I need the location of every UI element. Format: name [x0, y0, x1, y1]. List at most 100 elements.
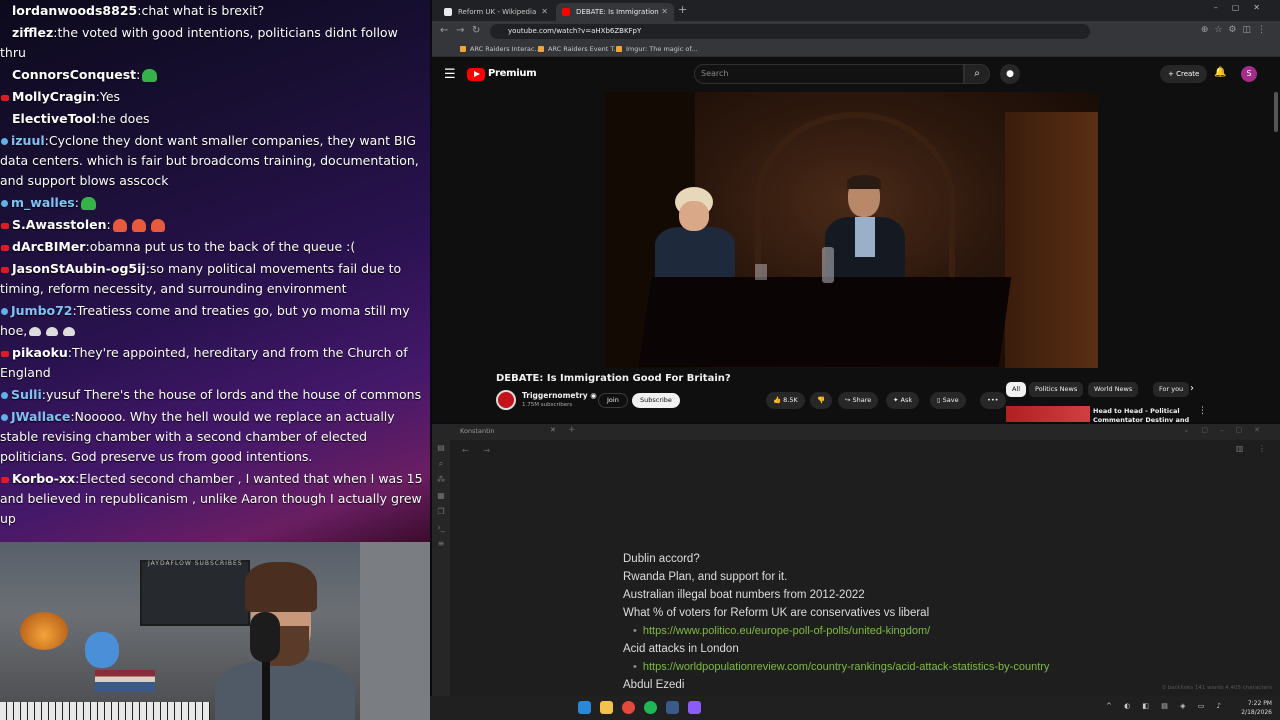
wikipedia-icon: [444, 8, 452, 16]
share-button[interactable]: ↪ Share: [838, 392, 879, 409]
file-explorer-icon[interactable]: [600, 701, 613, 714]
close-icon[interactable]: ✕: [550, 426, 556, 434]
notifications-bell-icon[interactable]: 🔔: [1214, 67, 1226, 78]
chip-all[interactable]: All: [1006, 382, 1027, 397]
chat-text: yusuf There's the house of lords and the…: [45, 387, 422, 402]
chrome-icon[interactable]: [622, 701, 635, 714]
files-icon[interactable]: ▤: [432, 440, 450, 456]
forward-icon[interactable]: →: [456, 25, 464, 36]
reload-icon[interactable]: ↻: [472, 25, 480, 36]
like-button[interactable]: 👍 8.5K: [766, 392, 805, 409]
search-button[interactable]: ⌕: [964, 64, 990, 84]
sparkle-icon: ✦: [893, 396, 899, 404]
frog-emote-icon: [142, 69, 158, 82]
graph-icon[interactable]: ⁂: [432, 472, 450, 488]
scrollbar[interactable]: [1274, 92, 1278, 132]
spotify-icon[interactable]: [644, 701, 657, 714]
back-icon[interactable]: ←: [440, 25, 448, 36]
ask-label: Ask: [900, 396, 913, 404]
search-input[interactable]: Search: [694, 64, 964, 84]
new-note-tab-button[interactable]: +: [568, 425, 576, 435]
system-tray[interactable]: ^ ◐ ◧ ▤ ◈ ▭ ♪: [1106, 702, 1226, 710]
tab-label: Reform UK - Wikipedia: [458, 8, 537, 16]
red-emote-icon: [112, 219, 127, 232]
more-vert-icon[interactable]: ⋮: [1198, 406, 1207, 416]
chat-message: Korbo-xx:Elected second chamber , I want…: [0, 471, 423, 526]
tab-youtube[interactable]: DEBATE: Is Immigration Go... ✕: [556, 3, 674, 34]
recommended-title[interactable]: Head to Head - Political Commentator Des…: [1093, 407, 1193, 422]
like-count: 8.5K: [783, 396, 798, 404]
note-line: Australian illegal boat numbers from 201…: [623, 589, 865, 601]
chat-username: ConnorsConquest: [12, 67, 137, 82]
window-controls[interactable]: –▢✕: [1214, 3, 1274, 12]
dislike-button[interactable]: 👎: [810, 392, 833, 409]
terminal-icon[interactable]: ›_: [432, 520, 450, 536]
menu-icon[interactable]: ☰: [444, 67, 456, 82]
steam-icon[interactable]: [666, 701, 679, 714]
chat-message: dArcBIMer:obamna put us to the back of t…: [0, 236, 430, 258]
list-icon[interactable]: ≡: [432, 536, 450, 552]
ask-button[interactable]: ✦ Ask: [886, 392, 920, 409]
chevron-right-icon[interactable]: ›: [1190, 383, 1194, 394]
chat-badge-icon: [1, 138, 8, 145]
youtube-logo-icon[interactable]: [467, 68, 485, 81]
close-icon[interactable]: ✕: [541, 3, 548, 21]
chat-username: m_walles: [11, 195, 75, 210]
more-actions-button[interactable]: •••: [980, 392, 1006, 409]
new-tab-button[interactable]: +: [678, 3, 687, 16]
obsidian-icon[interactable]: [688, 701, 701, 714]
channel-name[interactable]: Triggernometry ◉: [522, 391, 597, 400]
chip-world-news[interactable]: World News: [1088, 382, 1139, 397]
join-button[interactable]: Join: [598, 393, 628, 408]
voice-search-button[interactable]: ●: [1000, 64, 1020, 84]
bookmark-item[interactable]: ARC Raiders Interac...: [460, 43, 541, 55]
windows-start-icon[interactable]: [578, 701, 591, 714]
note-link[interactable]: https://www.politico.eu/europe-poll-of-p…: [623, 622, 1263, 640]
streamer-shirt: [215, 660, 355, 720]
notes-tab[interactable]: Konstantin: [460, 427, 495, 435]
chat-message: izuul:Cyclone they dont want smaller com…: [0, 133, 419, 188]
streamer-hair: [245, 562, 317, 612]
chat-badge-icon: [1, 350, 9, 357]
recommended-thumbnail[interactable]: [1006, 406, 1090, 422]
bookmark-item[interactable]: Imgur: The magic of...: [616, 43, 697, 55]
calendar-icon[interactable]: ▦: [432, 488, 450, 504]
note-link[interactable]: https://worldpopulationreview.com/countr…: [623, 658, 1263, 676]
chip-politics-news[interactable]: Politics News: [1029, 382, 1084, 397]
notes-window-controls[interactable]: ⌄▢–▢✕: [1184, 426, 1272, 434]
channel-avatar[interactable]: [496, 390, 516, 410]
note-line: Dublin accord?: [623, 553, 700, 565]
avatar[interactable]: S: [1241, 66, 1257, 82]
notes-nav-arrows[interactable]: ← →: [462, 446, 496, 455]
books: [95, 670, 155, 692]
chat-message: Sulli:yusuf There's the house of lords a…: [0, 384, 430, 406]
subscribe-button[interactable]: Subscribe: [632, 393, 680, 408]
chat-username: MollyCragin: [12, 89, 96, 104]
video-guest-woman: [655, 187, 735, 287]
chat-message: ConnorsConquest:: [0, 64, 430, 86]
youtube-premium-logo[interactable]: Premium: [488, 68, 537, 79]
chat-text: chat what is brexit?: [141, 3, 265, 18]
save-button[interactable]: ▯ Save: [930, 392, 966, 409]
bookmark-item[interactable]: ARC Raiders Event T...: [538, 43, 620, 55]
chat-badge-icon: [1, 476, 9, 483]
browser-toolbar-icons[interactable]: ⊕☆⚙◫⋮: [1201, 25, 1272, 35]
copy-icon[interactable]: ❐: [432, 504, 450, 520]
notes-view-icons[interactable]: ▥ ⋮: [1236, 444, 1272, 453]
note-line: Acid attacks in London: [623, 643, 739, 655]
video-player[interactable]: [605, 92, 1098, 368]
url-text: youtube.com/watch?v=aHXb6ZBKFpY: [508, 27, 642, 35]
chip-for-you[interactable]: For you: [1153, 382, 1190, 397]
chat-username: S.Awasstolen: [12, 217, 107, 232]
note-content[interactable]: Dublin accord? Rwanda Plan, and support f…: [623, 550, 1263, 694]
close-icon[interactable]: ✕: [661, 3, 668, 21]
search-icon[interactable]: ⌕: [432, 456, 450, 472]
create-button[interactable]: + Create: [1160, 65, 1208, 83]
chat-message: Jumbo72:Treatiess come and treaties go, …: [0, 303, 410, 338]
taskbar: ^ ◐ ◧ ▤ ◈ ▭ ♪ 7:22 PM 2/18/2026: [430, 696, 1280, 720]
video-wood-panel: [1005, 112, 1098, 368]
tab-wikipedia[interactable]: Reform UK - Wikipedia ✕: [438, 3, 554, 21]
chat-badge-icon: [1, 244, 9, 251]
url-field[interactable]: youtube.com/watch?v=aHXb6ZBKFpY: [490, 24, 1090, 39]
clock[interactable]: 7:22 PM 2/18/2026: [1241, 699, 1272, 717]
